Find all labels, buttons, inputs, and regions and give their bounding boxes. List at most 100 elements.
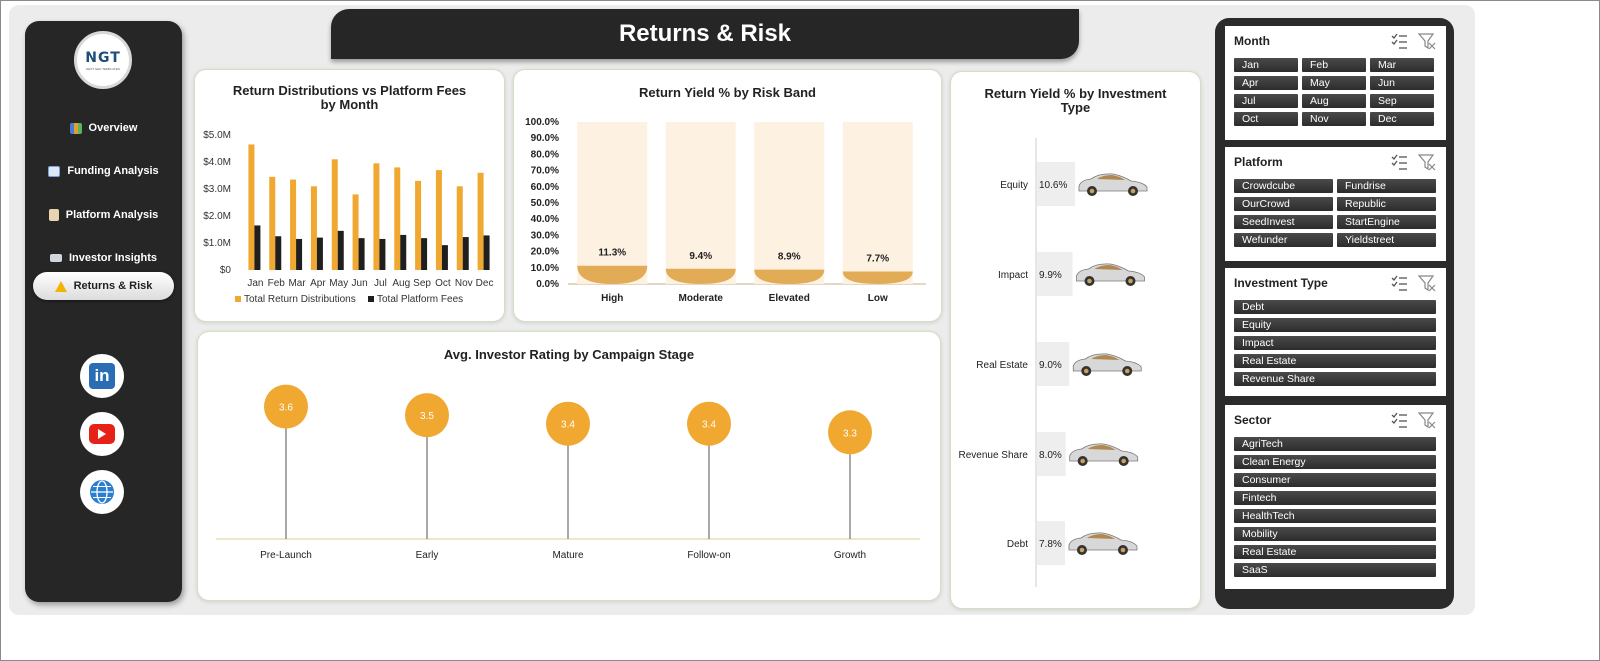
- data-label: 10.6%: [1039, 180, 1067, 191]
- slicer-item[interactable]: Mar: [1370, 58, 1434, 72]
- car-hub: [1079, 547, 1085, 553]
- car-icon: [1076, 263, 1145, 286]
- slicer-month: Month Jan Feb Mar Apr May Jun Jul Aug Sep Oct Nov De…: [1225, 26, 1446, 140]
- x-tick-label: Feb: [268, 278, 286, 289]
- slicer-item[interactable]: Jul: [1234, 94, 1298, 108]
- slicer-item[interactable]: Sep: [1370, 94, 1434, 108]
- bar-return-distributions: [373, 163, 380, 270]
- slicer-item[interactable]: Wefunder: [1234, 233, 1333, 247]
- nav-item-overview[interactable]: Overview: [33, 114, 174, 142]
- multi-select-icon[interactable]: [1390, 153, 1408, 171]
- x-tick-label: Mature: [552, 550, 584, 561]
- slicer-item[interactable]: Clean Energy: [1234, 455, 1436, 469]
- slicer-item[interactable]: AgriTech: [1234, 437, 1436, 451]
- car-hub: [1120, 547, 1126, 553]
- x-tick-label: Jan: [247, 278, 263, 289]
- slicer-item[interactable]: Yieldstreet: [1337, 233, 1436, 247]
- bar-chart-icon: [69, 122, 82, 134]
- investment-type-chart: Equity 10.6% Impact 9.9% Real Estate 9.0% Reve…: [959, 138, 1148, 587]
- slicer-item[interactable]: HealthTech: [1234, 509, 1436, 523]
- multi-select-icon[interactable]: [1390, 32, 1408, 50]
- slicer-item[interactable]: Real Estate: [1234, 354, 1436, 368]
- line-chart-icon: [48, 165, 61, 177]
- linkedin-icon: in: [89, 363, 115, 389]
- slicer-item[interactable]: Debt: [1234, 300, 1436, 314]
- slicer-investment-type: Investment Type Debt Equity Impact Real Esta…: [1225, 268, 1446, 396]
- logo-text: NGT: [85, 49, 121, 66]
- slicer-item[interactable]: Nov: [1302, 112, 1366, 126]
- slicer-item[interactable]: SaaS: [1234, 563, 1436, 577]
- risk-band-chart: 100.0% 90.0% 80.0% 70.0% 60.0% 50.0% 40.0% 30.0…: [525, 117, 926, 304]
- slicer-platform: Platform Crowdcube Fundrise OurCrowd Republi…: [1225, 147, 1446, 261]
- slicer-item[interactable]: Real Estate: [1234, 545, 1436, 559]
- slicer-item[interactable]: Oct: [1234, 112, 1298, 126]
- data-label: 3.4: [702, 420, 716, 431]
- y-tick-label: 60.0%: [531, 182, 559, 193]
- data-label: 3.4: [561, 420, 575, 431]
- slicer-item[interactable]: Consumer: [1234, 473, 1436, 487]
- slicer-item[interactable]: Dec: [1370, 112, 1434, 126]
- slicer-item[interactable]: Republic: [1337, 197, 1436, 211]
- y-tick-label: Revenue Share: [959, 450, 1029, 461]
- slicer-item[interactable]: OurCrowd: [1234, 197, 1333, 211]
- multi-select-icon[interactable]: [1390, 411, 1408, 429]
- slicer-item[interactable]: Feb: [1302, 58, 1366, 72]
- x-tick-label: Dec: [476, 278, 494, 289]
- car-hub: [1089, 188, 1095, 194]
- data-label: 7.8%: [1039, 539, 1062, 550]
- slicer-item[interactable]: Fintech: [1234, 491, 1436, 505]
- y-tick-label: $4.0M: [203, 157, 231, 168]
- slicer-item[interactable]: Jan: [1234, 58, 1298, 72]
- linkedin-button[interactable]: in: [80, 354, 124, 398]
- logo-subtext: NEXT GEN TEMPLATES: [86, 66, 120, 71]
- bar-platform-fees: [316, 237, 323, 270]
- nav-item-label: Returns & Risk: [73, 280, 153, 292]
- slicer-item[interactable]: Crowdcube: [1234, 179, 1333, 193]
- chart-card-risk-band: Return Yield % by Risk Band 100.0% 90.0% 8…: [513, 69, 942, 322]
- y-tick-label: 20.0%: [531, 247, 559, 258]
- nav-item-platform-analysis[interactable]: Platform Analysis: [33, 201, 174, 229]
- sidebar: NGT NEXT GEN TEMPLATES Overview Funding …: [25, 21, 182, 602]
- slicer-item[interactable]: SeedInvest: [1234, 215, 1333, 229]
- x-tick-label: Sep: [413, 278, 431, 289]
- bar-return-distributions: [435, 170, 442, 270]
- risk-bar-background: [577, 122, 648, 284]
- youtube-button[interactable]: [80, 412, 124, 456]
- x-tick-label: Mar: [288, 278, 306, 289]
- slicer-item[interactable]: Fundrise: [1337, 179, 1436, 193]
- website-button[interactable]: [80, 470, 124, 514]
- clear-filter-icon[interactable]: [1418, 274, 1436, 292]
- slicer-item[interactable]: Impact: [1234, 336, 1436, 350]
- slicer-tools: [1390, 32, 1436, 50]
- slicer-item[interactable]: StartEngine: [1337, 215, 1436, 229]
- x-tick-label: Growth: [834, 550, 866, 561]
- y-tick-label: $2.0M: [203, 211, 231, 222]
- slicer-title: Platform: [1234, 155, 1283, 169]
- chart-card-monthly: Return Distributions vs Platform Fees by…: [194, 69, 505, 322]
- nav-item-returns-risk[interactable]: Returns & Risk: [33, 272, 174, 300]
- slicer-item[interactable]: May: [1302, 76, 1366, 90]
- slicer-title: Investment Type: [1234, 276, 1328, 290]
- clear-filter-icon[interactable]: [1418, 153, 1436, 171]
- multi-select-icon[interactable]: [1390, 274, 1408, 292]
- bar-platform-fees: [421, 238, 428, 270]
- nav-item-investor-insights[interactable]: Investor Insights: [33, 244, 174, 272]
- clear-filter-icon[interactable]: [1418, 32, 1436, 50]
- slicer-item[interactable]: Mobility: [1234, 527, 1436, 541]
- warning-icon: [54, 280, 67, 292]
- slicer-item[interactable]: Equity: [1234, 318, 1436, 332]
- data-label: 9.4%: [689, 251, 712, 262]
- bar-return-distributions: [269, 176, 276, 270]
- nav-item-funding-analysis[interactable]: Funding Analysis: [33, 157, 174, 185]
- y-tick-label: Impact: [998, 270, 1028, 281]
- globe-icon: [90, 480, 114, 504]
- folder-icon: [49, 254, 62, 262]
- slicer-item[interactable]: Aug: [1302, 94, 1366, 108]
- y-tick-label: 80.0%: [531, 149, 559, 160]
- slicer-item[interactable]: Apr: [1234, 76, 1298, 90]
- slicer-item[interactable]: Jun: [1370, 76, 1434, 90]
- slicer-item[interactable]: Revenue Share: [1234, 372, 1436, 386]
- y-tick-label: Real Estate: [976, 360, 1028, 371]
- clear-filter-icon[interactable]: [1418, 411, 1436, 429]
- bar-platform-fees: [379, 238, 386, 270]
